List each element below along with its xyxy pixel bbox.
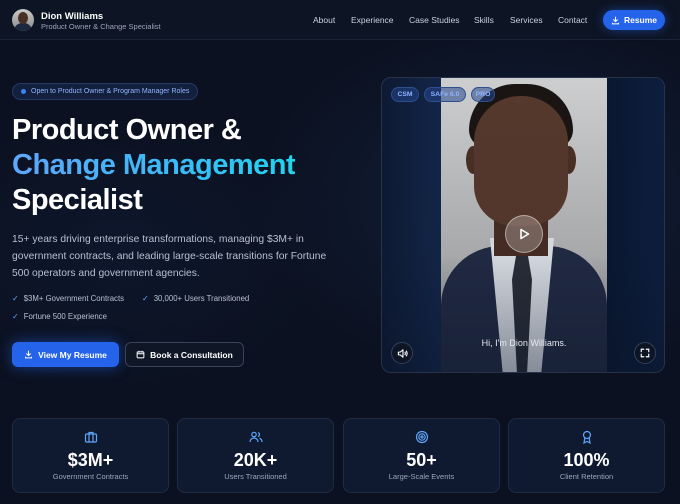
users-icon: [248, 431, 263, 443]
stat-value: 20K+: [233, 450, 278, 470]
avatar[interactable]: [12, 9, 34, 31]
nav-case-studies[interactable]: Case Studies: [409, 15, 460, 25]
certification-badge: SAFe 6.0: [424, 87, 466, 102]
book-consultation-label: Book a Consultation: [150, 349, 233, 360]
highlight-text: 30,000+ Users Transitioned: [153, 294, 250, 303]
certification-badge: PRO: [471, 87, 495, 102]
award-icon: [582, 430, 591, 444]
highlight-item: ✓ 30,000+ Users Transitioned: [142, 294, 249, 303]
stat-label: Users Transitioned: [224, 472, 287, 481]
fullscreen-icon: [640, 348, 650, 358]
check-icon: ✓: [12, 312, 19, 321]
hero-description: 15+ years driving enterprise transformat…: [12, 234, 327, 279]
highlight-item: ✓ $3M+ Government Contracts: [12, 294, 124, 303]
brand-name[interactable]: Dion Williams: [41, 11, 103, 22]
highlight-text: Fortune 500 Experience: [23, 312, 107, 321]
play-icon: [520, 228, 530, 240]
target-icon: [415, 430, 428, 444]
nav-services[interactable]: Services: [510, 15, 543, 25]
stat-value: $3M+: [67, 450, 114, 470]
view-resume-button[interactable]: View My Resume: [12, 342, 119, 367]
stat-card-events: 50+ Large-Scale Events: [343, 418, 500, 493]
video-caption: Hi, I'm Dion Williams.: [481, 338, 567, 348]
check-icon: ✓: [142, 294, 149, 303]
highlight-item: ✓ Fortune 500 Experience: [12, 312, 107, 321]
fullscreen-button[interactable]: [634, 342, 656, 364]
brand-subtitle: Product Owner & Change Specialist: [41, 22, 161, 31]
resume-button-label: Resume: [623, 15, 658, 25]
stat-label: Large-Scale Events: [388, 472, 455, 481]
stat-card-users: 20K+ Users Transitioned: [177, 418, 334, 493]
download-icon: [25, 350, 33, 359]
calendar-icon: [136, 350, 145, 359]
stat-value: 100%: [563, 450, 610, 470]
status-dot-icon: [21, 89, 26, 94]
top-nav-bar: Dion Williams Product Owner & Change Spe…: [0, 0, 680, 40]
mute-button[interactable]: [391, 342, 413, 364]
briefcase-icon: [84, 431, 97, 443]
nav-about[interactable]: About: [313, 15, 335, 25]
stat-label: Government Contracts: [52, 472, 129, 481]
hero-heading-line-1: Product Owner &: [12, 114, 242, 146]
nav-skills[interactable]: Skills: [474, 15, 494, 25]
highlight-text: $3M+ Government Contracts: [23, 294, 125, 303]
book-consultation-button[interactable]: Book a Consultation: [125, 342, 244, 367]
view-resume-label: View My Resume: [38, 349, 107, 360]
volume-icon: [397, 348, 408, 358]
download-icon: [611, 16, 619, 24]
certification-badge: CSM: [391, 87, 419, 102]
stat-card-retention: 100% Client Retention: [508, 418, 665, 493]
availability-text: Open to Product Owner & Program Manager …: [31, 88, 190, 95]
hero-heading-line-3: Specialist: [12, 184, 143, 216]
resume-button[interactable]: Resume: [603, 10, 665, 30]
check-icon: ✓: [12, 294, 19, 303]
nav-contact[interactable]: Contact: [558, 15, 587, 25]
stat-label: Client Retention: [559, 472, 614, 481]
play-button[interactable]: [505, 215, 543, 253]
hero-heading-line-2: Change Management: [12, 149, 296, 181]
stat-value: 50+: [406, 450, 437, 470]
stat-card-contracts: $3M+ Government Contracts: [12, 418, 169, 493]
intro-video[interactable]: CSM SAFe 6.0 PRO Hi, I'm Dion Williams.: [381, 77, 665, 373]
nav-experience[interactable]: Experience: [351, 15, 394, 25]
availability-pill: Open to Product Owner & Program Manager …: [12, 83, 198, 100]
